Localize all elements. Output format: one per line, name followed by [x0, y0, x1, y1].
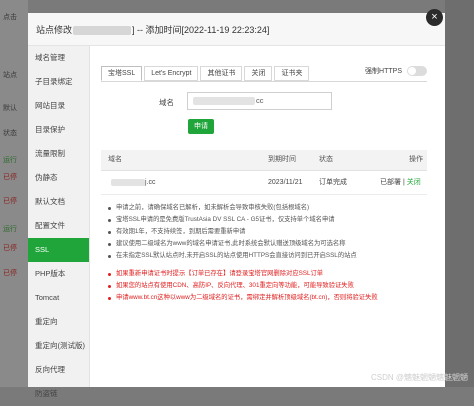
- background-text: 已停: [3, 245, 17, 252]
- force-https-label: 强制HTTPS: [365, 68, 402, 75]
- background-text: 状态: [3, 130, 17, 137]
- sidebar-item[interactable]: 域名管理: [28, 46, 89, 70]
- sidebar-item[interactable]: 网站目录: [28, 94, 89, 118]
- note-item: 有效期1年，不支持续签，到期后需要重新申请: [108, 226, 438, 238]
- apply-button[interactable]: 申请: [188, 119, 214, 134]
- sidebar-item[interactable]: PHP版本: [28, 262, 89, 286]
- col-status: 状态: [319, 156, 333, 163]
- sidebar-item[interactable]: 重定向(测试版): [28, 334, 89, 358]
- cert-expiry: 2023/11/21: [268, 179, 303, 186]
- note-item: 宝塔SSL申请的是免费版TrustAsia DV SSL CA - G5证书，仅…: [108, 214, 438, 226]
- force-https-toggle[interactable]: [407, 66, 427, 76]
- close-icon: ×: [431, 11, 438, 23]
- dialog-title-suffix: ] -- 添加时间[2022-11-19 22:23:24]: [132, 25, 270, 35]
- tab[interactable]: 宝塔SSL: [101, 66, 143, 81]
- domain-label: 域名: [159, 98, 174, 107]
- background-text: 已停: [3, 270, 17, 277]
- note-item: 申请之前，请确保域名已解析，如未解析会导致审核失败(包括根域名): [108, 202, 438, 214]
- sidebar-item[interactable]: 防盗链: [28, 382, 89, 406]
- sidebar-item[interactable]: 目录保护: [28, 118, 89, 142]
- tab[interactable]: Let's Encrypt: [144, 66, 199, 81]
- sidebar-item[interactable]: 伪静态: [28, 166, 89, 190]
- cert-table-header: 域名 到期时间 状态 操作: [101, 150, 427, 171]
- redacted-domain: [73, 26, 132, 36]
- settings-sidebar: 域名管理 子目录绑定 网站目录 目录保护 流量限制 伪静态 默认文档 配置文件 SSL PHP版本…: [28, 46, 90, 398]
- dialog-titlebar: 站点修改 ] -- 添加时间[2022-11-19 22:23:24]: [28, 13, 445, 46]
- sidebar-item[interactable]: 默认文档: [28, 190, 89, 214]
- ssl-notes: 申请之前，请确保域名已解析，如未解析会导致审核失败(包括根域名) 宝塔SSL申请的…: [108, 202, 438, 304]
- sidebar-item[interactable]: 流量限制: [28, 142, 89, 166]
- tab[interactable]: 其他证书: [200, 66, 243, 81]
- background-text: 站点: [3, 72, 17, 79]
- site-settings-dialog: 站点修改 ] -- 添加时间[2022-11-19 22:23:24] 域名管理子…: [28, 13, 445, 398]
- background-text: 点击: [3, 14, 17, 21]
- force-https: 强制HTTPS: [365, 66, 427, 76]
- sidebar-item[interactable]: 反向代理: [28, 358, 89, 382]
- sidebar-item[interactable]: 重定向: [28, 310, 89, 334]
- ssl-panel: 宝塔SSL Let's Encrypt 其他证书 关闭 证书夹 强制HTTPS 域名 c…: [90, 46, 445, 387]
- col-domain: 域名: [108, 156, 122, 163]
- domain-value-tail: cc: [256, 96, 264, 105]
- close-cert-link[interactable]: 关闭: [407, 179, 421, 186]
- col-expiry: 到期时间: [268, 156, 296, 163]
- watermark: CSDN @魑魅魍魉魑魅魍魉: [370, 373, 468, 382]
- dialog-title-prefix: 站点修改: [36, 25, 73, 35]
- note-item: 在未指定SSL默认站点时,未开启SSL的站点使用HTTPS会直接访问到已开启SS…: [108, 250, 438, 262]
- domain-select[interactable]: cc: [187, 92, 332, 110]
- sidebar-item[interactable]: 子目录绑定: [28, 70, 89, 94]
- cert-actions: 已部署 | 关闭: [380, 171, 421, 194]
- background-text: 运行: [3, 157, 17, 164]
- tabs-divider: [101, 81, 427, 82]
- sidebar-item[interactable]: 配置文件: [28, 214, 89, 238]
- tab[interactable]: 关闭: [244, 66, 273, 81]
- background-page-right: [445, 0, 474, 387]
- cert-domain: j.cc: [108, 171, 156, 194]
- sidebar-item[interactable]: Tomcat: [28, 286, 89, 310]
- dialog-close-button[interactable]: ×: [426, 9, 443, 26]
- background-text: 已停: [3, 198, 17, 205]
- note-item: 如果您的站点有使用CDN、高防IP、反向代理、301重定向等功能，可能导致验证失…: [108, 280, 438, 292]
- note-item: 申请www.bt.cn这种以www为二级域名的证书，需绑定并解析顶级域名(bt.…: [108, 292, 438, 304]
- col-actions: 操作: [409, 156, 423, 163]
- cert-status: 订单完成: [319, 179, 347, 186]
- ssl-tabs: 宝塔SSL Let's Encrypt 其他证书 关闭 证书夹: [101, 66, 311, 81]
- cert-domain-tail: j.cc: [145, 179, 156, 186]
- redacted-domain: [193, 97, 255, 105]
- redacted-domain: [111, 178, 145, 186]
- background-text: 已停: [3, 174, 17, 181]
- dialog-title: 站点修改 ] -- 添加时间[2022-11-19 22:23:24]: [36, 23, 269, 36]
- background-page-strip: 点击 站点 默认 状态 运行 已停 已停 运行 已停 已停: [0, 0, 28, 387]
- note-item: 建议使用二级域名为www的域名申请证书,此时系统会默认赠送顶级域名为可选名称: [108, 238, 438, 250]
- sidebar-item[interactable]: SSL: [28, 238, 89, 262]
- table-row: j.cc 2023/11/21 订单完成 已部署 | 关闭: [101, 171, 427, 195]
- background-text: 运行: [3, 226, 17, 233]
- note-item: 如果重新申请证书时提示【订单已存在】请登录宝塔官网删除对应SSL订单: [108, 268, 438, 280]
- tab[interactable]: 证书夹: [274, 66, 310, 81]
- toggle-knob: [408, 67, 416, 75]
- deployed-status: 已部署: [380, 179, 401, 186]
- background-text: 默认: [3, 105, 17, 112]
